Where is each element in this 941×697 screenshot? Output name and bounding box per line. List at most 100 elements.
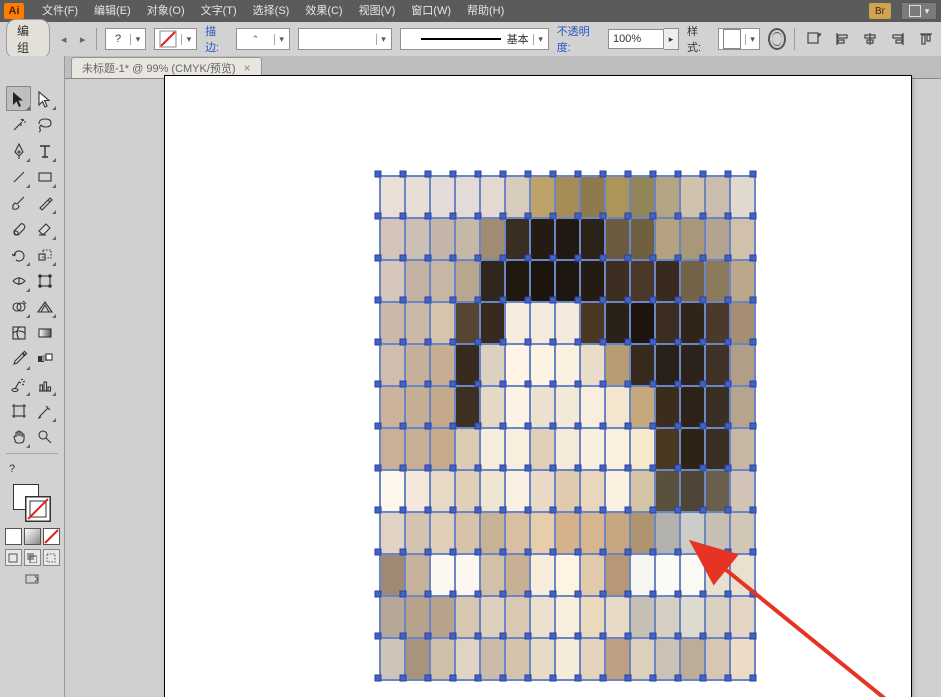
mosaic-cell[interactable] (705, 302, 730, 344)
mosaic-cell[interactable] (555, 428, 580, 470)
tool-column-graph[interactable] (32, 372, 57, 397)
prev-sibling-button[interactable]: ◂ (58, 33, 69, 46)
tool-magic-wand[interactable] (6, 112, 31, 137)
mosaic-cell[interactable] (605, 344, 630, 386)
edit-group-button[interactable]: 编组 (6, 19, 50, 59)
mosaic-cell[interactable] (505, 176, 530, 218)
tool-rotate[interactable] (6, 242, 31, 267)
mosaic-cell[interactable] (505, 470, 530, 512)
mosaic-cell[interactable] (630, 638, 655, 680)
mosaic-cell[interactable] (630, 596, 655, 638)
menu-select[interactable]: 选择(S) (245, 0, 298, 22)
tool-width[interactable] (6, 268, 31, 293)
mosaic-cell[interactable] (380, 176, 405, 218)
mosaic-cell[interactable] (430, 218, 455, 260)
mosaic-cell[interactable] (380, 386, 405, 428)
document-tab[interactable]: 未标题-1* @ 99% (CMYK/预览) × (71, 57, 262, 78)
mosaic-cell[interactable] (655, 218, 680, 260)
tool-zoom[interactable] (32, 424, 57, 449)
mosaic-cell[interactable] (530, 554, 555, 596)
bridge-icon[interactable]: Br (869, 3, 891, 19)
recolor-artwork-button[interactable] (768, 30, 786, 48)
mosaic-cell[interactable] (630, 386, 655, 428)
graphic-style-combo[interactable]: ▾ (718, 28, 760, 50)
mosaic-cell[interactable] (730, 176, 755, 218)
mosaic-cell[interactable] (580, 176, 605, 218)
menu-type[interactable]: 文字(T) (193, 0, 245, 22)
mosaic-cell[interactable] (655, 260, 680, 302)
mosaic-cell[interactable] (455, 512, 480, 554)
mosaic-cell[interactable] (430, 428, 455, 470)
mosaic-cell[interactable] (405, 470, 430, 512)
mosaic-cell[interactable] (705, 386, 730, 428)
mosaic-cell[interactable] (655, 470, 680, 512)
mosaic-cell[interactable] (530, 470, 555, 512)
mosaic-cell[interactable] (380, 638, 405, 680)
mosaic-cell[interactable] (455, 260, 480, 302)
mosaic-cell[interactable] (455, 386, 480, 428)
mosaic-cell[interactable] (555, 512, 580, 554)
mosaic-cell[interactable] (680, 554, 705, 596)
mosaic-cell[interactable] (430, 638, 455, 680)
mosaic-cell[interactable] (405, 176, 430, 218)
close-tab-icon[interactable]: × (244, 61, 251, 75)
mosaic-cell[interactable] (680, 302, 705, 344)
mosaic-cell[interactable] (605, 386, 630, 428)
tool-paintbrush[interactable] (6, 190, 31, 215)
mosaic-cell[interactable] (680, 218, 705, 260)
mosaic-cell[interactable] (730, 260, 755, 302)
tool-eyedropper[interactable] (6, 346, 31, 371)
mosaic-cell[interactable] (380, 344, 405, 386)
mosaic-cell[interactable] (405, 218, 430, 260)
mosaic-cell[interactable] (705, 596, 730, 638)
opacity-label[interactable]: 不透明度: (557, 23, 600, 55)
mosaic-cell[interactable] (555, 302, 580, 344)
mosaic-cell[interactable] (555, 554, 580, 596)
draw-inside-button[interactable] (43, 549, 60, 566)
mosaic-cell[interactable] (630, 344, 655, 386)
mosaic-cell[interactable] (480, 512, 505, 554)
fill-color-combo[interactable]: ? ▾ (105, 28, 146, 50)
mosaic-cell[interactable] (580, 470, 605, 512)
mosaic-cell[interactable] (380, 260, 405, 302)
mosaic-cell[interactable] (605, 554, 630, 596)
align-hcenter-button[interactable] (861, 30, 879, 48)
tool-mesh[interactable] (6, 320, 31, 345)
mosaic-cell[interactable] (730, 596, 755, 638)
mosaic-cell[interactable] (480, 344, 505, 386)
mosaic-cell[interactable] (630, 302, 655, 344)
mosaic-cell[interactable] (630, 260, 655, 302)
stroke-color-combo[interactable]: ▾ (154, 28, 197, 50)
mosaic-cell[interactable] (730, 344, 755, 386)
mosaic-cell[interactable] (605, 428, 630, 470)
mosaic-cell[interactable] (580, 386, 605, 428)
mosaic-cell[interactable] (730, 218, 755, 260)
tool-direct-selection[interactable] (32, 86, 57, 111)
mosaic-cell[interactable] (530, 218, 555, 260)
brush-definition-combo[interactable]: 基本 ▾ (400, 28, 549, 50)
opacity-combo[interactable]: 100% ▸ (608, 28, 679, 50)
transform-panel-button[interactable] (805, 30, 823, 48)
mosaic-cell[interactable] (405, 554, 430, 596)
tool-artboard[interactable] (6, 398, 31, 423)
tool-shape-builder[interactable] (6, 294, 31, 319)
color-mode-gradient[interactable] (24, 528, 41, 545)
mosaic-cell[interactable] (580, 554, 605, 596)
mosaic-cell[interactable] (505, 302, 530, 344)
mosaic-cell[interactable] (730, 428, 755, 470)
draw-normal-button[interactable] (5, 549, 22, 566)
mosaic-cell[interactable] (405, 302, 430, 344)
mosaic-cell[interactable] (655, 512, 680, 554)
mosaic-cell[interactable] (405, 638, 430, 680)
mosaic-cell[interactable] (430, 596, 455, 638)
mosaic-cell[interactable] (480, 470, 505, 512)
mosaic-cell[interactable] (480, 176, 505, 218)
mosaic-cell[interactable] (730, 302, 755, 344)
mosaic-cell[interactable] (505, 344, 530, 386)
mosaic-cell[interactable] (605, 470, 630, 512)
mosaic-cell[interactable] (655, 428, 680, 470)
mosaic-cell[interactable] (555, 344, 580, 386)
tool-pencil[interactable] (32, 190, 57, 215)
mosaic-cell[interactable] (530, 428, 555, 470)
variable-width-profile-combo[interactable]: ▾ (298, 28, 392, 50)
